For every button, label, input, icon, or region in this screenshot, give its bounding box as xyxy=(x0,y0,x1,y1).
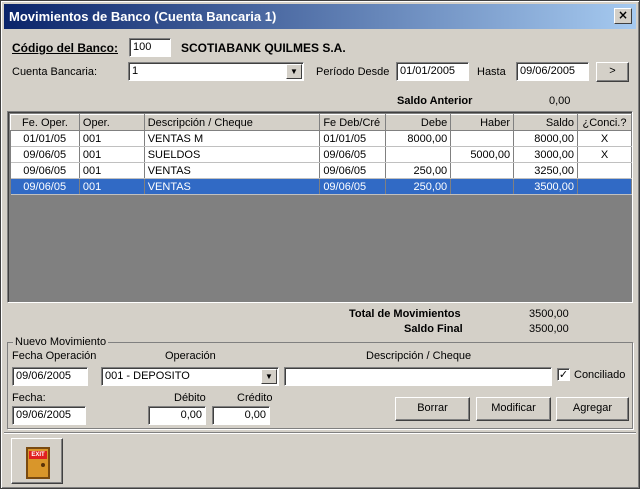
chevron-down-icon[interactable]: ▼ xyxy=(286,64,302,79)
table-row[interactable]: 01/01/05 001 VENTAS M 01/01/05 8000,00 8… xyxy=(10,130,632,147)
debito-label: Débito xyxy=(174,392,206,404)
cell-desc: VENTAS M xyxy=(144,130,321,147)
saldo-anterior-value: 0,00 xyxy=(549,95,571,107)
cuenta-select[interactable]: 1 ▼ xyxy=(128,62,304,81)
cell-conci xyxy=(577,178,632,195)
saldo-final-value: 3500,00 xyxy=(529,323,569,335)
cell-desc: VENTAS xyxy=(144,162,321,179)
cell-conci: X xyxy=(577,130,632,147)
fecha-operacion-label: Fecha Operación xyxy=(12,350,97,362)
table-row-selected[interactable]: 09/06/05 001 VENTAS 09/06/05 250,00 3500… xyxy=(10,178,632,195)
movements-table: Fe. Oper. Oper. Descripción / Cheque Fe … xyxy=(10,114,632,195)
credito-input[interactable]: 0,00 xyxy=(212,406,270,425)
cuenta-value: 1 xyxy=(132,65,139,77)
credito-label: Crédito xyxy=(237,392,273,404)
fecha-operacion-input[interactable]: 09/06/2005 xyxy=(12,367,88,386)
borrar-button[interactable]: Borrar xyxy=(395,397,470,421)
cell-fecha: 09/06/05 xyxy=(10,178,80,195)
cuenta-label: Cuenta Bancaria: xyxy=(12,66,97,78)
cell-conci: X xyxy=(577,146,632,163)
main-window: Movimientos de Banco (Cuenta Bancaria 1)… xyxy=(0,0,640,489)
exit-button[interactable]: EXIT xyxy=(11,438,63,484)
bottom-separator xyxy=(4,432,636,434)
cell-desc: SUELDOS xyxy=(144,146,321,163)
title-bar: Movimientos de Banco (Cuenta Bancaria 1)… xyxy=(4,4,636,29)
codigo-label: Código del Banco: xyxy=(12,41,118,55)
conciliado-checkbox[interactable]: ✓ xyxy=(557,368,570,381)
cell-conci xyxy=(577,162,632,179)
cell-saldo: 3500,00 xyxy=(513,178,578,195)
saldo-anterior-label: Saldo Anterior xyxy=(397,95,473,107)
col-conciliado[interactable]: ¿Conci.? xyxy=(576,114,632,131)
cell-fecha: 01/01/05 xyxy=(10,130,80,147)
cell-debe: 250,00 xyxy=(385,162,452,179)
modificar-button[interactable]: Modificar xyxy=(476,397,551,421)
cell-oper: 001 xyxy=(79,178,145,195)
cell-haber xyxy=(450,130,515,147)
codigo-input[interactable]: 100 xyxy=(129,38,171,57)
periodo-desde-input[interactable]: 01/01/2005 xyxy=(396,62,469,81)
cell-fe-deb: 09/06/05 xyxy=(319,162,387,179)
col-descripcion[interactable]: Descripción / Cheque xyxy=(143,114,321,131)
cell-haber xyxy=(450,162,515,179)
debito-input[interactable]: 0,00 xyxy=(148,406,206,425)
saldo-final-label: Saldo Final xyxy=(404,323,463,335)
col-saldo[interactable]: Saldo xyxy=(513,114,578,131)
col-fecha-oper[interactable]: Fe. Oper. xyxy=(10,114,80,131)
periodo-label: Período Desde xyxy=(316,66,390,78)
agregar-button[interactable]: Agregar xyxy=(556,397,629,421)
chevron-down-icon[interactable]: ▼ xyxy=(261,369,277,384)
cell-oper: 001 xyxy=(79,146,145,163)
col-debe[interactable]: Debe xyxy=(385,114,452,131)
window-title: Movimientos de Banco (Cuenta Bancaria 1) xyxy=(9,9,277,24)
conciliado-label: Conciliado xyxy=(574,369,626,381)
fecha-input[interactable]: 09/06/2005 xyxy=(12,406,86,425)
cell-debe xyxy=(385,146,452,163)
nuevo-movimiento-label: Nuevo Movimiento xyxy=(13,336,109,348)
go-button[interactable]: > xyxy=(596,62,629,82)
operacion-value: 001 - DEPOSITO xyxy=(105,370,190,382)
exit-door-icon: EXIT xyxy=(26,447,50,479)
col-oper[interactable]: Oper. xyxy=(78,114,145,131)
cell-fecha: 09/06/05 xyxy=(10,146,80,163)
cell-desc: VENTAS xyxy=(144,178,321,195)
cell-haber: 5000,00 xyxy=(450,146,515,163)
cell-debe: 8000,00 xyxy=(385,130,452,147)
close-button[interactable]: × xyxy=(614,8,632,24)
exit-sign: EXIT xyxy=(29,451,47,459)
grid-header-row: Fe. Oper. Oper. Descripción / Cheque Fe … xyxy=(10,114,632,131)
hasta-input[interactable]: 09/06/2005 xyxy=(516,62,589,81)
cell-fe-deb: 09/06/05 xyxy=(319,146,387,163)
total-movimientos-value: 3500,00 xyxy=(529,308,569,320)
cell-debe: 250,00 xyxy=(385,178,452,195)
total-movimientos-label: Total de Movimientos xyxy=(349,308,461,320)
cell-saldo: 3250,00 xyxy=(513,162,578,179)
cell-fe-deb: 01/01/05 xyxy=(319,130,387,147)
cell-haber xyxy=(450,178,515,195)
bank-name: SCOTIABANK QUILMES S.A. xyxy=(181,41,346,55)
operacion-label: Operación xyxy=(165,350,216,362)
movements-grid[interactable]: Fe. Oper. Oper. Descripción / Cheque Fe … xyxy=(7,111,633,303)
table-row[interactable]: 09/06/05 001 SUELDOS 09/06/05 5000,00 30… xyxy=(10,146,632,163)
hasta-label: Hasta xyxy=(477,66,506,78)
descripcion-input[interactable] xyxy=(284,367,552,386)
cell-fe-deb: 09/06/05 xyxy=(319,178,387,195)
col-fe-deb-cre[interactable]: Fe Deb/Cré xyxy=(319,114,387,131)
cell-saldo: 3000,00 xyxy=(513,146,578,163)
cell-oper: 001 xyxy=(79,130,145,147)
fecha-label: Fecha: xyxy=(12,392,46,404)
descripcion-label: Descripción / Cheque xyxy=(366,350,472,362)
cell-oper: 001 xyxy=(79,162,145,179)
col-haber[interactable]: Haber xyxy=(450,114,515,131)
operacion-select[interactable]: 001 - DEPOSITO ▼ xyxy=(101,367,279,386)
cell-fecha: 09/06/05 xyxy=(10,162,80,179)
door-knob xyxy=(41,463,45,467)
cell-saldo: 8000,00 xyxy=(513,130,578,147)
table-row[interactable]: 09/06/05 001 VENTAS 09/06/05 250,00 3250… xyxy=(10,162,632,179)
